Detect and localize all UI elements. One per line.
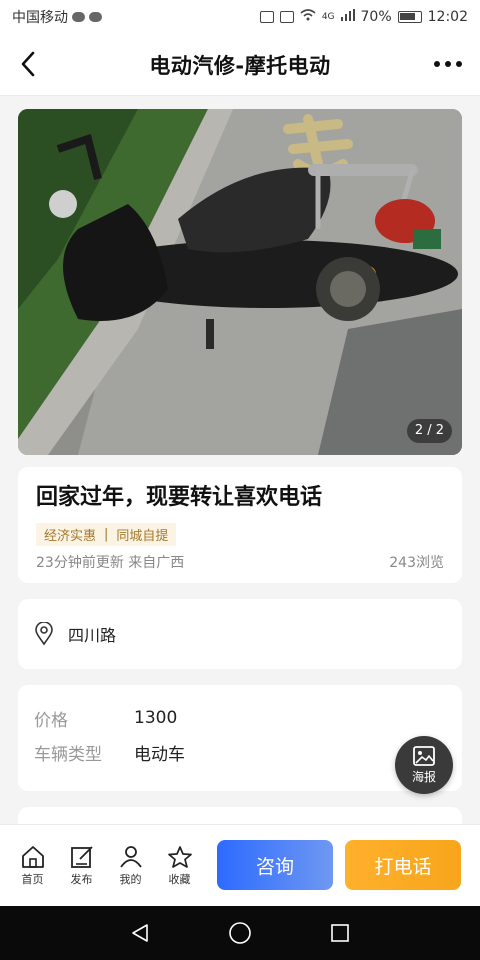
clock: 12:02 [427, 9, 468, 25]
location-text: 四川路 [68, 626, 117, 645]
edit-icon [70, 845, 93, 868]
details-card: 价格 1300 车辆类型 电动车 [18, 685, 462, 791]
carrier-name: 中国移动 [12, 10, 68, 26]
location-card[interactable]: 四川路 [18, 599, 462, 669]
view-count: 243浏览 [389, 555, 444, 571]
tag-item: 同城自提 [116, 529, 169, 544]
system-recents-button[interactable] [320, 913, 360, 953]
tab-label: 我的 [119, 872, 142, 886]
user-icon [119, 845, 142, 868]
bottom-bar: 首页 发布 我的 收藏 咨询 打电话 [0, 824, 480, 906]
tab-label: 发布 [70, 872, 93, 886]
tab-favorites[interactable]: 收藏 [155, 845, 204, 887]
more-dot [434, 61, 440, 67]
battery-percent: 70% [360, 9, 392, 25]
hd-icon [279, 11, 294, 23]
signal-icon [340, 9, 355, 25]
message-icon [89, 12, 102, 22]
detail-value: 电动车 [134, 744, 185, 765]
detail-label: 车辆类型 [34, 744, 102, 765]
product-photo[interactable]: 2 / 2 [18, 109, 462, 455]
post-title: 回家过年，现要转让喜欢电话 [36, 485, 323, 510]
star-icon [167, 845, 192, 868]
triangle-back-icon [132, 924, 148, 942]
battery-icon [397, 11, 422, 23]
photo-counter: 2 / 2 [406, 419, 452, 443]
scooter-photo [18, 109, 462, 455]
wechat-icon [72, 12, 85, 22]
status-bar: 中国移动 4G 70% 12:02 [0, 0, 480, 34]
post-summary-card: 回家过年，现要转让喜欢电话 经济实惠 | 同城自提 23分钟前更新 来自广西 2… [18, 467, 462, 583]
circle-home-icon [229, 922, 251, 944]
tab-profile[interactable]: 我的 [106, 845, 155, 887]
mute-icon [259, 11, 274, 23]
poster-label: 海报 [411, 769, 436, 784]
tag-separator: | [104, 527, 109, 542]
chevron-left-icon [21, 51, 35, 77]
system-back-button[interactable] [120, 913, 160, 953]
detail-content[interactable]: 2 / 2 回家过年，现要转让喜欢电话 经济实惠 | 同城自提 23分钟前更新 … [0, 96, 480, 824]
detail-row: 车辆类型 电动车 [34, 735, 446, 769]
image-icon [413, 745, 435, 766]
detail-row: 价格 1300 [34, 701, 446, 735]
update-info: 23分钟前更新 来自广西 [36, 555, 185, 571]
consult-button[interactable]: 咨询 [217, 840, 333, 890]
tab-home[interactable]: 首页 [8, 845, 57, 887]
network-type: 4G [321, 12, 335, 22]
detail-value: 1300 [134, 708, 178, 728]
post-meta: 23分钟前更新 来自广西 243浏览 [36, 552, 444, 572]
tab-publish[interactable]: 发布 [57, 845, 106, 887]
poster-button[interactable]: 海报 [395, 736, 453, 794]
more-dot [456, 61, 462, 67]
tab-label: 首页 [21, 872, 44, 886]
tag-item: 经济实惠 [44, 529, 97, 544]
square-recents-icon [331, 924, 349, 942]
home-icon [21, 845, 44, 868]
tab-label: 收藏 [168, 872, 191, 886]
next-card [18, 807, 462, 824]
location-pin-icon [35, 622, 53, 646]
system-nav-bar [0, 906, 480, 960]
nav-bar: 电动汽修-摩托电动 [0, 34, 480, 96]
more-button[interactable] [430, 48, 466, 80]
more-dot [445, 61, 451, 67]
back-button[interactable] [12, 48, 44, 80]
detail-label: 价格 [34, 710, 68, 731]
system-home-button[interactable] [220, 913, 260, 953]
call-button[interactable]: 打电话 [345, 840, 461, 890]
post-tags: 经济实惠 | 同城自提 [36, 523, 177, 546]
wifi-icon [300, 9, 316, 25]
page-title: 电动汽修-摩托电动 [149, 53, 331, 78]
